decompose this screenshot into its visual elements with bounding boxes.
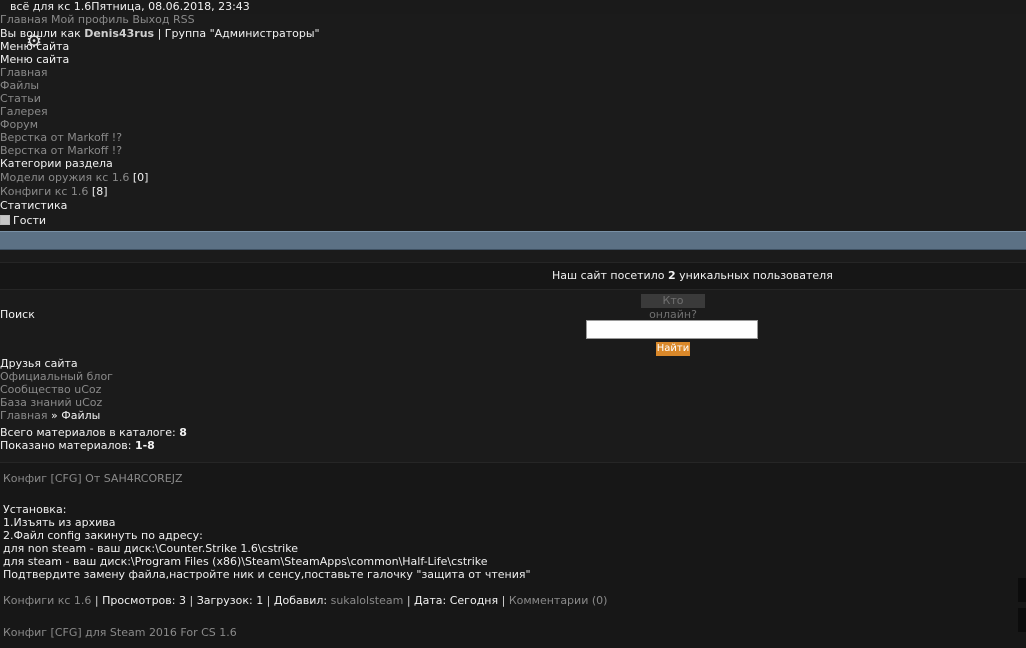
entry-meta: Конфиги кс 1.6 | Просмотров: 3 | Загрузо… [3,594,608,607]
friend-link-community[interactable]: Сообщество uCoz [0,383,101,396]
entry-category-link[interactable]: Конфиги кс 1.6 [3,594,91,607]
catalog-total: Всего материалов в каталоге: 8 [0,426,187,439]
visited-text: Наш сайт посетило 2 уникальных пользоват… [552,269,833,282]
menu-item-home[interactable]: Главная [0,66,48,79]
breadcrumb-current: Файлы [61,409,101,422]
guests-row: Гости [0,214,46,227]
menu-item-forum[interactable]: Форум [0,118,38,131]
entry-title[interactable]: Конфиг [CFG] От SAH4RCOREJZ [3,472,183,485]
entry-author-link[interactable]: sukalolsteam [331,594,404,607]
entry-body-line: для non steam - ваш диск:\Counter.Strike… [3,542,298,555]
entry-body-line: Установка: [3,503,67,516]
link-home[interactable]: Главная [0,13,48,26]
header-date: Пятница, 08.06.2018, 23:43 [91,0,250,13]
entry-title[interactable]: Конфиг [CFG] для Steam 2016 For CS 1.6 [3,626,237,639]
search-input[interactable] [586,320,758,339]
catalog-total-value: 8 [179,426,187,439]
entry-body-line: 2.Файл config закинуть по адресу: [3,529,203,542]
category-count: [8] [91,185,108,198]
visited-text-before: Наш сайт посетило [552,269,668,282]
search-button[interactable]: Найти [656,342,690,356]
guests-label: Гости [13,214,47,227]
entry-added-label: Добавил: [273,594,331,607]
username[interactable]: Denis43rus [84,27,154,40]
stats-panel [0,262,1026,290]
visited-count: 2 [667,269,676,282]
category-label[interactable]: Конфиги кс 1.6 [0,185,88,198]
entry-body-line: Подтвердите замену файла,настройте ник и… [3,568,531,581]
menu-item-markoff-2[interactable]: Верстка от Markoff !? [0,144,122,157]
breadcrumb-separator: » [47,409,62,422]
link-logout[interactable]: Выход [132,13,169,26]
user-group: | Группа "Администраторы" [154,27,320,40]
link-profile[interactable]: Мой профиль [51,13,129,26]
catalog-total-label: Всего материалов в каталоге: [0,426,180,439]
friend-link-blog[interactable]: Официальный блог [0,370,113,383]
visited-text-after: уникальных пользователя [675,269,833,282]
stats-bar [0,231,1026,250]
gear-icon[interactable]: ⚙ [26,32,46,52]
entry-date-label: Дата: [414,594,450,607]
breadcrumb: Главная » Файлы [0,409,100,422]
login-info: Вы вошли как Denis43rus | Группа "Админи… [0,27,320,40]
friends-title: Друзья сайта [0,357,78,370]
entry-body-line: 1.Изъять из архива [3,516,116,529]
entry-body-line: для steam - ваш диск:\Program Files (x86… [3,555,488,568]
catalog-shown-value: 1-8 [134,439,155,452]
header-title-line: всё для кс 1.6Пятница, 08.06.2018, 23:43 [10,0,250,13]
menu-item-articles[interactable]: Статьи [0,92,41,105]
friend-link-knowledge[interactable]: База знаний uCoz [0,396,102,409]
menu-item-files[interactable]: Файлы [0,79,39,92]
category-count: [0] [132,171,149,184]
catalog-shown-label: Показано материалов: [0,439,135,452]
breadcrumb-home[interactable]: Главная [0,409,48,422]
entry-views: 3 [178,594,186,607]
stats-title: Статистика [0,199,68,212]
search-title: Поиск [0,308,35,321]
user-links: Главная Мой профиль Выход RSS [0,13,195,26]
category-item-weapons[interactable]: Модели оружия кс 1.6 [0] [0,171,148,184]
category-label[interactable]: Модели оружия кс 1.6 [0,171,129,184]
site-title: всё для кс 1.6 [10,0,92,13]
link-rss[interactable]: RSS [173,13,195,26]
entry-date: Сегодня [449,594,499,607]
menu-item-gallery[interactable]: Галерея [0,105,48,118]
menu-title: Меню сайта [0,53,70,66]
scroll-marker [1018,578,1026,602]
entry-views-label: Просмотров: [102,594,179,607]
entry-downloads-label: Загрузок: [196,594,257,607]
who-online-button[interactable]: Кто онлайн? [641,294,705,321]
menu-item-markoff-1[interactable]: Верстка от Markoff !? [0,131,122,144]
catalog-shown: Показано материалов: 1-8 [0,439,155,452]
categories-title: Категории раздела [0,157,113,170]
scroll-marker [1018,608,1026,632]
category-item-configs[interactable]: Конфиги кс 1.6 [8] [0,185,108,198]
entry-comments-link[interactable]: Комментарии (0) [509,594,608,607]
guests-icon [0,215,10,225]
